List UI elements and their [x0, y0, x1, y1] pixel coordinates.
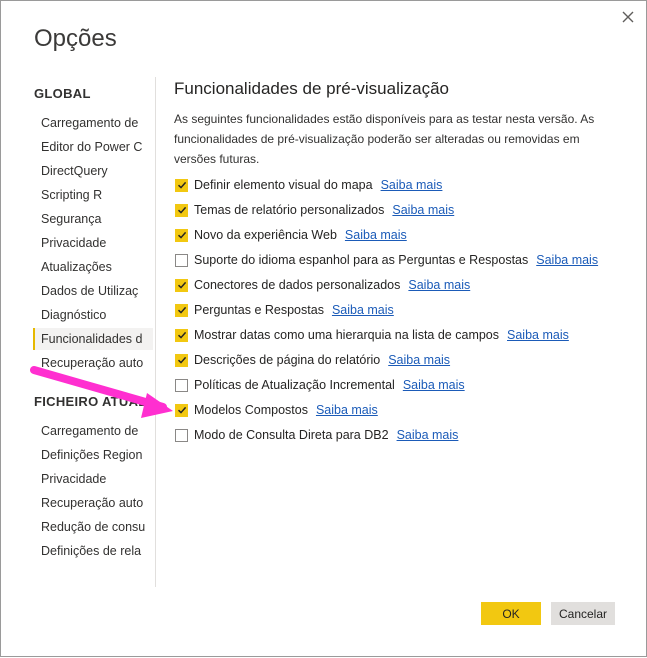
current-item[interactable]: Privacidade — [33, 468, 153, 490]
global-item[interactable]: Recuperação auto — [33, 352, 153, 374]
feature-row: Políticas de Atualização Incremental Saib… — [175, 376, 465, 394]
cancel-button[interactable]: Cancelar — [551, 602, 615, 625]
checkmark-icon — [177, 281, 186, 289]
learn-more-link[interactable]: Saiba mais — [397, 428, 459, 442]
feature-label: Mostrar datas como uma hierarquia na lis… — [194, 328, 500, 342]
options-dialog: Opções GLOBAL Carregamento de Editor do P… — [0, 0, 647, 657]
sidebar-header-current-file: FICHEIRO ATUAL — [34, 394, 147, 409]
feature-row: Novo da experiência Web Saiba mais — [175, 226, 407, 244]
feature-checkbox[interactable] — [175, 328, 188, 342]
checkmark-icon — [177, 356, 186, 364]
feature-row: Definir elemento visual do mapa Saiba mai… — [175, 176, 442, 194]
global-item[interactable]: Atualizações — [33, 256, 153, 278]
dialog-title: Opções — [34, 25, 117, 52]
feature-label: Conectores de dados personalizados — [194, 278, 401, 292]
feature-checkbox[interactable] — [175, 303, 188, 317]
checkmark-icon — [177, 206, 186, 214]
feature-row: Perguntas e Respostas Saiba mais — [175, 301, 394, 319]
learn-more-link[interactable]: Saiba mais — [408, 278, 470, 292]
feature-label: Modo de Consulta Direta para DB2 — [194, 428, 389, 442]
checkmark-icon — [177, 331, 186, 339]
feature-row: Mostrar datas como uma hierarquia na lis… — [175, 326, 569, 344]
learn-more-link[interactable]: Saiba mais — [381, 178, 443, 192]
ok-button[interactable]: OK — [481, 602, 541, 625]
feature-label: Novo da experiência Web — [194, 228, 337, 242]
feature-row: Suporte do idioma espanhol para as Pergu… — [175, 251, 598, 269]
options-sidebar: GLOBAL Carregamento de Editor do Power CD… — [31, 77, 156, 587]
global-item[interactable]: Carregamento de — [33, 112, 153, 134]
learn-more-link[interactable]: Saiba mais — [345, 228, 407, 242]
current-item[interactable]: Recuperação auto — [33, 492, 153, 514]
feature-checkbox[interactable] — [175, 378, 188, 392]
feature-checkbox[interactable] — [175, 253, 188, 267]
close-icon[interactable] — [618, 7, 638, 27]
learn-more-link[interactable]: Saiba mais — [536, 253, 598, 267]
checkmark-icon — [177, 231, 186, 239]
current-item[interactable]: Definições Region — [33, 444, 153, 466]
page-description: As seguintes funcionalidades estão dispo… — [174, 112, 595, 166]
feature-row: Descrições de página do relatório Saiba m… — [175, 351, 450, 369]
feature-checkbox[interactable] — [175, 278, 188, 292]
checkmark-icon — [177, 181, 186, 189]
checkmark-icon — [177, 406, 186, 414]
learn-more-link[interactable]: Saiba mais — [316, 403, 378, 417]
feature-label: Suporte do idioma espanhol para as Pergu… — [194, 253, 529, 267]
global-item[interactable]: Editor do Power C — [33, 136, 153, 158]
feature-label: Políticas de Atualização Incremental — [194, 378, 395, 392]
feature-label: Temas de relatório personalizados — [194, 203, 385, 217]
feature-checkbox[interactable] — [175, 228, 188, 242]
feature-checkbox[interactable] — [175, 428, 188, 442]
feature-row: Conectores de dados personalizados Saiba … — [175, 276, 470, 294]
feature-checkbox[interactable] — [175, 203, 188, 217]
global-item[interactable]: Scripting R — [33, 184, 153, 206]
learn-more-link[interactable]: Saiba mais — [507, 328, 569, 342]
feature-row: Modelos Compostos Saiba mais — [175, 401, 378, 419]
current-item[interactable]: Definições de rela — [33, 540, 153, 562]
current-item[interactable]: Redução de consu — [33, 516, 153, 538]
global-item[interactable]: Funcionalidades d — [33, 328, 153, 350]
learn-more-link[interactable]: Saiba mais — [388, 353, 450, 367]
feature-row: Temas de relatório personalizados Saiba m… — [175, 201, 454, 219]
global-item[interactable]: Diagnóstico — [33, 304, 153, 326]
global-item[interactable]: DirectQuery — [33, 160, 153, 182]
feature-checkbox[interactable] — [175, 178, 188, 192]
learn-more-link[interactable]: Saiba mais — [332, 303, 394, 317]
global-item[interactable]: Segurança — [33, 208, 153, 230]
feature-checkbox[interactable] — [175, 353, 188, 367]
feature-label: Modelos Compostos — [194, 403, 308, 417]
global-item[interactable]: Dados de Utilizaç — [33, 280, 153, 302]
feature-label: Descrições de página do relatório — [194, 353, 381, 367]
learn-more-link[interactable]: Saiba mais — [392, 203, 454, 217]
feature-label: Definir elemento visual do mapa — [194, 178, 373, 192]
current-item[interactable]: Carregamento de — [33, 420, 153, 442]
feature-row: Modo de Consulta Direta para DB2 Saiba ma… — [175, 426, 458, 444]
learn-more-link[interactable]: Saiba mais — [403, 378, 465, 392]
checkmark-icon — [177, 306, 186, 314]
feature-checkbox[interactable] — [175, 403, 188, 417]
global-item[interactable]: Privacidade — [33, 232, 153, 254]
sidebar-header-global: GLOBAL — [34, 86, 91, 101]
page-title: Funcionalidades de pré-visualização — [174, 79, 449, 98]
feature-label: Perguntas e Respostas — [194, 303, 324, 317]
